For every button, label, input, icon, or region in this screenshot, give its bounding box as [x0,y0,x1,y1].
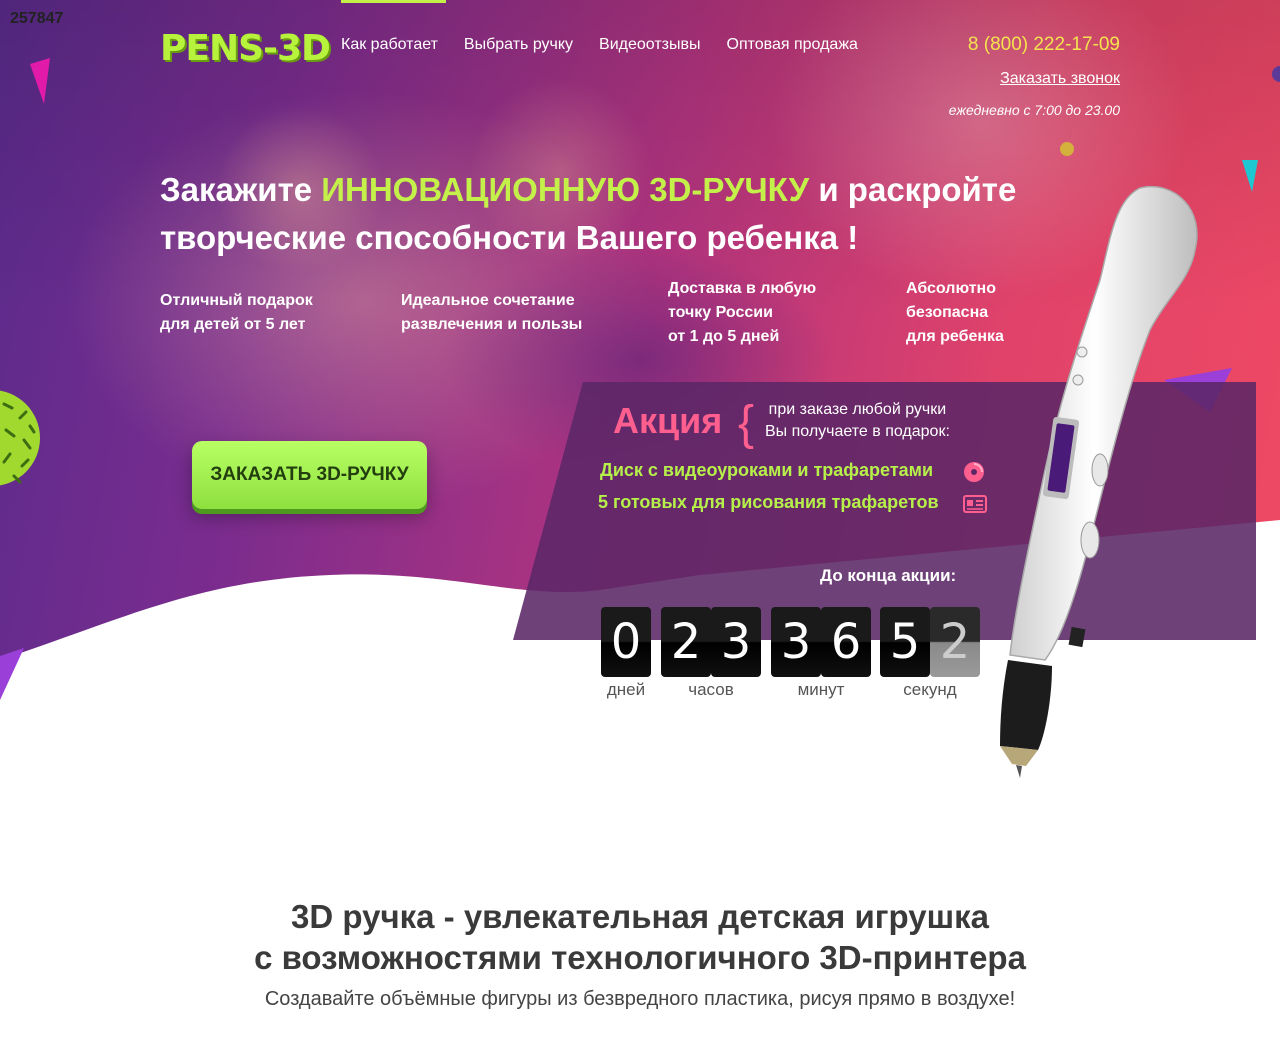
gift-stencils-text: 5 готовых для рисования трафаретов [598,492,939,512]
callback-link[interactable]: Заказать звонок [1000,70,1120,88]
feature-fun-and-use: Идеальное сочетание развлечения и пользы [401,292,583,333]
countdown-label: До конца акции: [820,566,957,585]
countdown-minutes-digit-2: 6 [821,607,871,677]
headline-text-start: Закажите [160,171,322,208]
promo-title: Акция [613,400,723,441]
violet-corner-triangle-decoration [0,648,24,700]
hero-headline: Закажите ИННОВАЦИОННУЮ 3D-РУЧКУ и раскро… [160,166,1060,262]
stencil-card-icon [963,495,987,513]
green-sprinkle-ball-decoration [0,390,40,486]
countdown-minutes-digit-1: 3 [771,607,821,677]
countdown-days-digit: 0 [601,607,651,677]
section-title: 3D ручка - увлекательная детская игрушка… [254,898,1026,976]
purple-dot-decoration [1272,66,1280,82]
countdown-seconds-digit-2: 2 [930,607,980,677]
nav-item-video-reviews[interactable]: Видеоотзывы [599,36,700,54]
pink-triangle-decoration [30,58,50,104]
phone-number[interactable]: 8 (800) 222-17-09 [968,34,1120,56]
section-subtitle: Создавайте объёмные фигуры из безвредног… [264,988,1016,1010]
nav-active-indicator [341,0,446,3]
nav-item-how-it-works[interactable]: Как работает [341,36,438,54]
countdown-unit-minutes: минут [797,680,845,699]
feature-gift: Отличный подарок для детей от 5 лет [160,292,313,333]
3d-pen-image [1000,185,1198,778]
headline-accent: ИННОВАЦИОННУЮ 3D-РУЧКУ [321,171,810,208]
yellow-dot-decoration [1060,142,1074,156]
teal-triangle-decoration [1242,160,1258,192]
site-logo[interactable]: PENS-3D [160,28,331,69]
order-pen-button[interactable]: ЗАКАЗАТЬ 3D-РУЧКУ [192,441,427,509]
promo-lead: при заказе любой ручки Вы получаете в по… [765,401,950,440]
countdown-unit-hours: часов [688,680,734,699]
countdown-seconds-digit-1: 5 [880,607,930,677]
countdown-unit-days: дней [606,680,646,699]
nav-item-choose-pen[interactable]: Выбрать ручку [464,36,573,54]
site-id-label: 257847 [10,10,64,27]
promo-brace: { [738,397,755,450]
working-hours: ежедневно с 7:00 до 23.00 [948,102,1120,118]
feature-delivery: Доставка в любую точку России от 1 до 5 … [668,280,817,345]
gift-disc-text: Диск с видеоуроками и трафаретами [600,460,934,480]
disc-icon [964,462,984,482]
countdown-hours-digit-2: 3 [711,607,761,677]
nav-item-wholesale[interactable]: Оптовая продажа [727,36,858,54]
countdown-unit-seconds: секунд [903,680,957,699]
main-nav: Как работает Выбрать ручку Видеоотзывы О… [341,36,858,54]
countdown-hours-digit-1: 2 [661,607,711,677]
